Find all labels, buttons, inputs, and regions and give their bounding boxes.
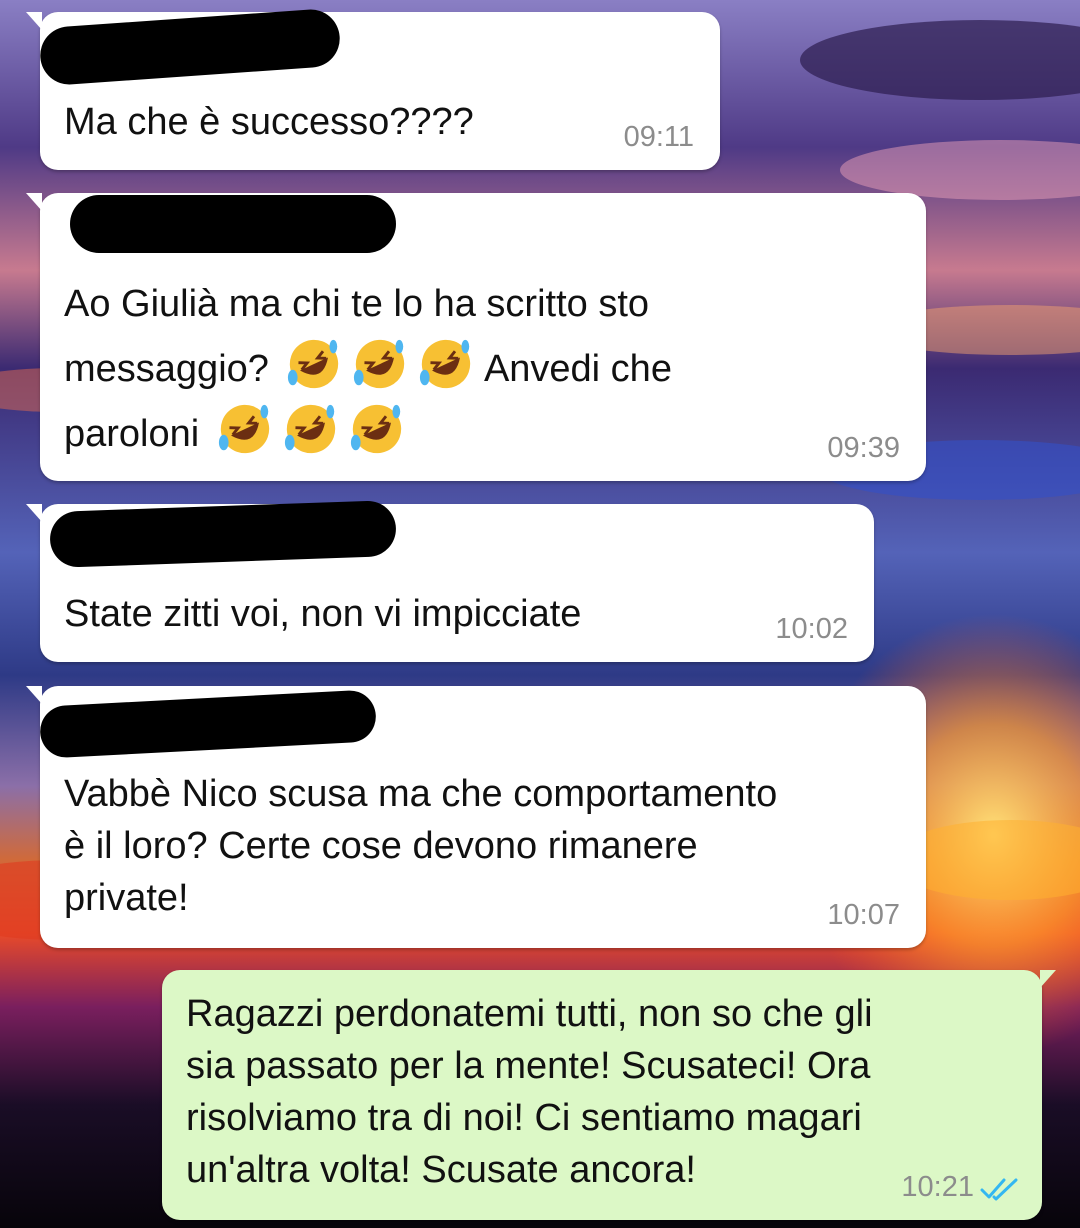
message-bubble-incoming[interactable]: Ma che è successo???? 09:11	[26, 7, 720, 170]
bubble-tail	[1040, 970, 1056, 988]
message-timestamp: 09:39	[827, 432, 900, 464]
bubble-tail	[26, 12, 42, 30]
message-timestamp: 10:21	[901, 1171, 974, 1203]
redacted-sender-name	[38, 689, 378, 759]
rolling-on-floor-laughing-emoji	[288, 339, 339, 389]
bubble-tail	[26, 193, 42, 211]
emoji-group	[285, 339, 483, 390]
message-timestamp: 10:07	[827, 899, 900, 931]
redacted-sender-name	[49, 499, 397, 569]
message-text: Ao Giulià ma chi te lo ha scritto sto me…	[64, 273, 904, 465]
message-text-line: Ao Giulià ma chi te lo ha scritto sto	[64, 283, 650, 325]
rolling-on-floor-laughing-emoji	[218, 404, 269, 454]
message-bubble-outgoing[interactable]: Ragazzi perdonatemi tutti, non so che gl…	[162, 970, 1056, 1220]
message-bubble-incoming[interactable]: Ao Giulià ma chi te lo ha scritto sto me…	[26, 193, 926, 481]
message-bubble-incoming[interactable]: Vabbè Nico scusa ma che comportamento è …	[26, 686, 926, 948]
message-text: Vabbè Nico scusa ma che comportamento è …	[64, 773, 778, 919]
double-check-icon	[980, 1178, 1018, 1201]
rolling-on-floor-laughing-emoji	[354, 339, 405, 389]
message-text: Ma che è successo????	[64, 101, 474, 143]
bubble-tail	[26, 504, 42, 522]
bubble-tail	[26, 686, 42, 704]
redacted-sender-name	[38, 7, 342, 87]
message-text-line: Anvedi che	[483, 348, 672, 390]
message-text-line: messaggio?	[64, 348, 269, 390]
redacted-sender-name	[70, 195, 396, 253]
rolling-on-floor-laughing-emoji	[284, 404, 335, 454]
message-text: State zitti voi, non vi impicciate	[64, 593, 582, 635]
rolling-on-floor-laughing-emoji	[420, 339, 471, 389]
message-text-line: paroloni	[64, 413, 200, 455]
message-bubble-incoming[interactable]: State zitti voi, non vi impicciate 10:02	[26, 499, 874, 662]
message-text: Ragazzi perdonatemi tutti, non so che gl…	[186, 993, 873, 1191]
rolling-on-floor-laughing-emoji	[350, 404, 401, 454]
message-timestamp: 09:11	[623, 121, 694, 153]
message-timestamp: 10:02	[775, 613, 848, 645]
emoji-group	[216, 404, 406, 455]
